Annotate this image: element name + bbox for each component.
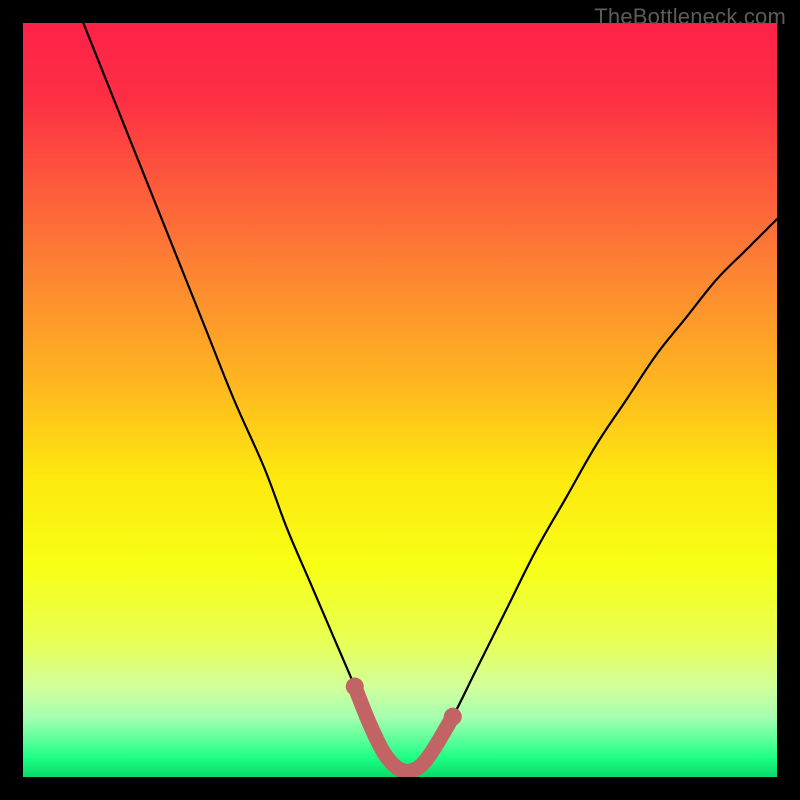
highlight-dot bbox=[444, 708, 462, 726]
plot-svg bbox=[23, 23, 777, 777]
watermark-text: TheBottleneck.com bbox=[594, 4, 786, 30]
gradient-background bbox=[23, 23, 777, 777]
outer-frame: TheBottleneck.com bbox=[0, 0, 800, 800]
highlight-dot bbox=[346, 678, 364, 696]
plot-area bbox=[23, 23, 777, 777]
